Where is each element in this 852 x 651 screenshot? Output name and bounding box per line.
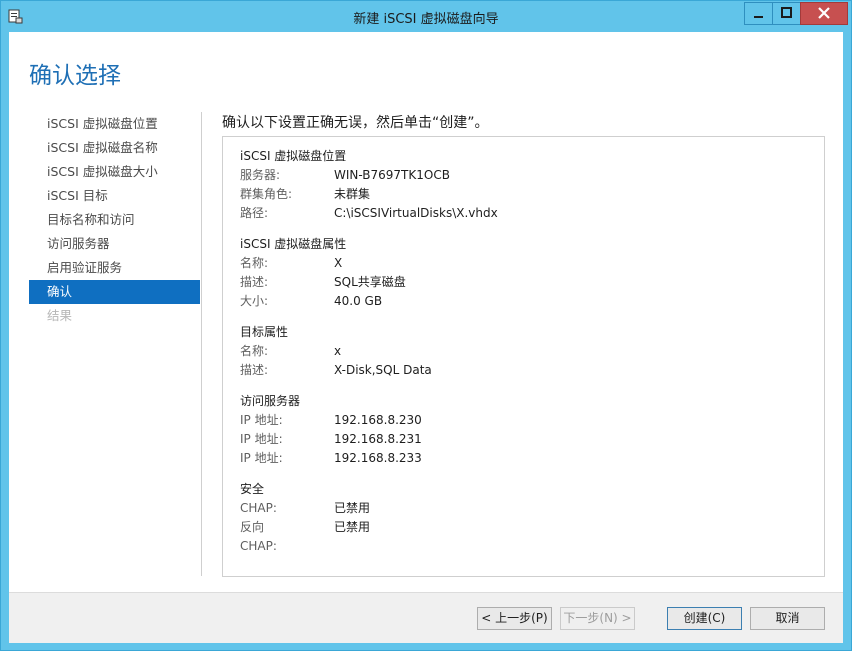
close-icon	[818, 7, 830, 19]
row-label: IP 地址:	[240, 451, 283, 465]
row-value: X	[334, 256, 343, 270]
detail-row: 反向 CHAP: 已禁用	[240, 518, 370, 553]
row-label: 名称:	[240, 256, 269, 270]
row-label: 大小:	[240, 294, 269, 308]
nav-step-disk-location[interactable]: iSCSI 虚拟磁盘位置	[29, 112, 200, 136]
detail-row: 服务器: WIN-B7697TK1OCB	[240, 166, 450, 185]
maximize-button[interactable]	[772, 2, 801, 25]
title-bar[interactable]: 新建 iSCSI 虚拟磁盘向导	[1, 1, 851, 32]
section-title: iSCSI 虚拟磁盘位置	[240, 149, 347, 163]
create-button[interactable]: 创建(C)	[667, 607, 742, 630]
detail-row: 大小: 40.0 GB	[240, 292, 382, 311]
row-value: x	[334, 344, 342, 358]
row-label: 反向 CHAP:	[240, 520, 277, 553]
detail-row: IP 地址: 192.168.8.230	[240, 411, 422, 430]
row-label: 名称:	[240, 344, 269, 358]
nav-step-enable-auth[interactable]: 启用验证服务	[29, 256, 200, 280]
section-security: 安全 CHAP: 已禁用 反向 CHAP: 已禁用	[240, 480, 370, 553]
nav-step-access-servers[interactable]: 访问服务器	[29, 232, 200, 256]
wizard-window: 新建 iSCSI 虚拟磁盘向导 确认选择 iSCSI 虚拟磁盘位置 iSCSI …	[0, 0, 852, 651]
row-label: CHAP:	[240, 501, 277, 515]
detail-row: 群集角色: 未群集	[240, 185, 370, 204]
close-button[interactable]	[800, 2, 848, 25]
nav-step-target-name-access[interactable]: 目标名称和访问	[29, 208, 200, 232]
row-label: IP 地址:	[240, 413, 283, 427]
row-value: WIN-B7697TK1OCB	[334, 168, 450, 182]
section-title: 目标属性	[240, 325, 289, 339]
nav-divider	[201, 112, 202, 576]
section-title: 访问服务器	[240, 394, 301, 408]
section-disk-properties: iSCSI 虚拟磁盘属性 名称: X 描述: SQL共享磁盘 大小: 40.0 …	[240, 235, 406, 311]
section-title: 安全	[240, 482, 265, 496]
nav-step-confirmation[interactable]: 确认	[29, 280, 200, 304]
wizard-body: 确认选择 iSCSI 虚拟磁盘位置 iSCSI 虚拟磁盘名称 iSCSI 虚拟磁…	[9, 32, 843, 643]
row-value: 已禁用	[334, 520, 371, 534]
wizard-steps-nav: iSCSI 虚拟磁盘位置 iSCSI 虚拟磁盘名称 iSCSI 虚拟磁盘大小 i…	[29, 112, 200, 328]
window-title: 新建 iSCSI 虚拟磁盘向导	[353, 12, 499, 27]
row-value: SQL共享磁盘	[334, 275, 406, 289]
row-label: IP 地址:	[240, 432, 283, 446]
detail-row: 名称: x	[240, 342, 341, 361]
row-value: 192.168.8.230	[334, 413, 422, 427]
maximize-icon	[781, 7, 792, 18]
row-value: 已禁用	[334, 501, 371, 515]
section-access-servers: 访问服务器 IP 地址: 192.168.8.230 IP 地址: 192.16…	[240, 392, 422, 468]
detail-row: 描述: X-Disk,SQL Data	[240, 361, 432, 380]
previous-button[interactable]: < 上一步(P)	[477, 607, 552, 630]
row-value: 192.168.8.231	[334, 432, 422, 446]
row-label: 群集角色:	[240, 187, 293, 201]
row-label: 描述:	[240, 275, 269, 289]
section-target-properties: 目标属性 名称: x 描述: X-Disk,SQL Data	[240, 323, 432, 380]
section-title: iSCSI 虚拟磁盘属性	[240, 237, 347, 251]
next-button: 下一步(N) >	[560, 607, 635, 630]
section-disk-location: iSCSI 虚拟磁盘位置 服务器: WIN-B7697TK1OCB 群集角色: …	[240, 147, 498, 223]
cancel-button[interactable]: 取消	[750, 607, 825, 630]
nav-step-disk-size[interactable]: iSCSI 虚拟磁盘大小	[29, 160, 200, 184]
detail-row: 路径: C:\iSCSIVirtualDisks\X.vhdx	[240, 204, 498, 223]
row-value: 40.0 GB	[334, 294, 383, 308]
row-label: 服务器:	[240, 168, 281, 182]
detail-row: IP 地址: 192.168.8.231	[240, 430, 422, 449]
row-label: 路径:	[240, 206, 269, 220]
page-title: 确认选择	[29, 63, 121, 89]
detail-row: 描述: SQL共享磁盘	[240, 273, 406, 292]
row-label: 描述:	[240, 363, 269, 377]
row-value: 192.168.8.233	[334, 451, 422, 465]
detail-row: 名称: X	[240, 254, 346, 273]
button-bar: < 上一步(P) 下一步(N) > 创建(C) 取消	[9, 592, 843, 643]
confirmation-details-panel: iSCSI 虚拟磁盘位置 服务器: WIN-B7697TK1OCB 群集角色: …	[222, 136, 825, 577]
minimize-icon	[754, 16, 763, 18]
nav-step-iscsi-target[interactable]: iSCSI 目标	[29, 184, 200, 208]
minimize-button[interactable]	[744, 2, 773, 25]
nav-step-results: 结果	[47, 308, 73, 323]
detail-row: CHAP: 已禁用	[240, 499, 370, 518]
row-value: X-Disk,SQL Data	[334, 363, 432, 377]
nav-step-disk-name[interactable]: iSCSI 虚拟磁盘名称	[29, 136, 200, 160]
row-value: 未群集	[334, 187, 371, 201]
row-value: C:\iSCSIVirtualDisks\X.vhdx	[334, 206, 498, 220]
detail-row: IP 地址: 192.168.8.233	[240, 449, 422, 468]
confirmation-heading: 确认以下设置正确无误，然后单击“创建”。	[222, 115, 489, 131]
